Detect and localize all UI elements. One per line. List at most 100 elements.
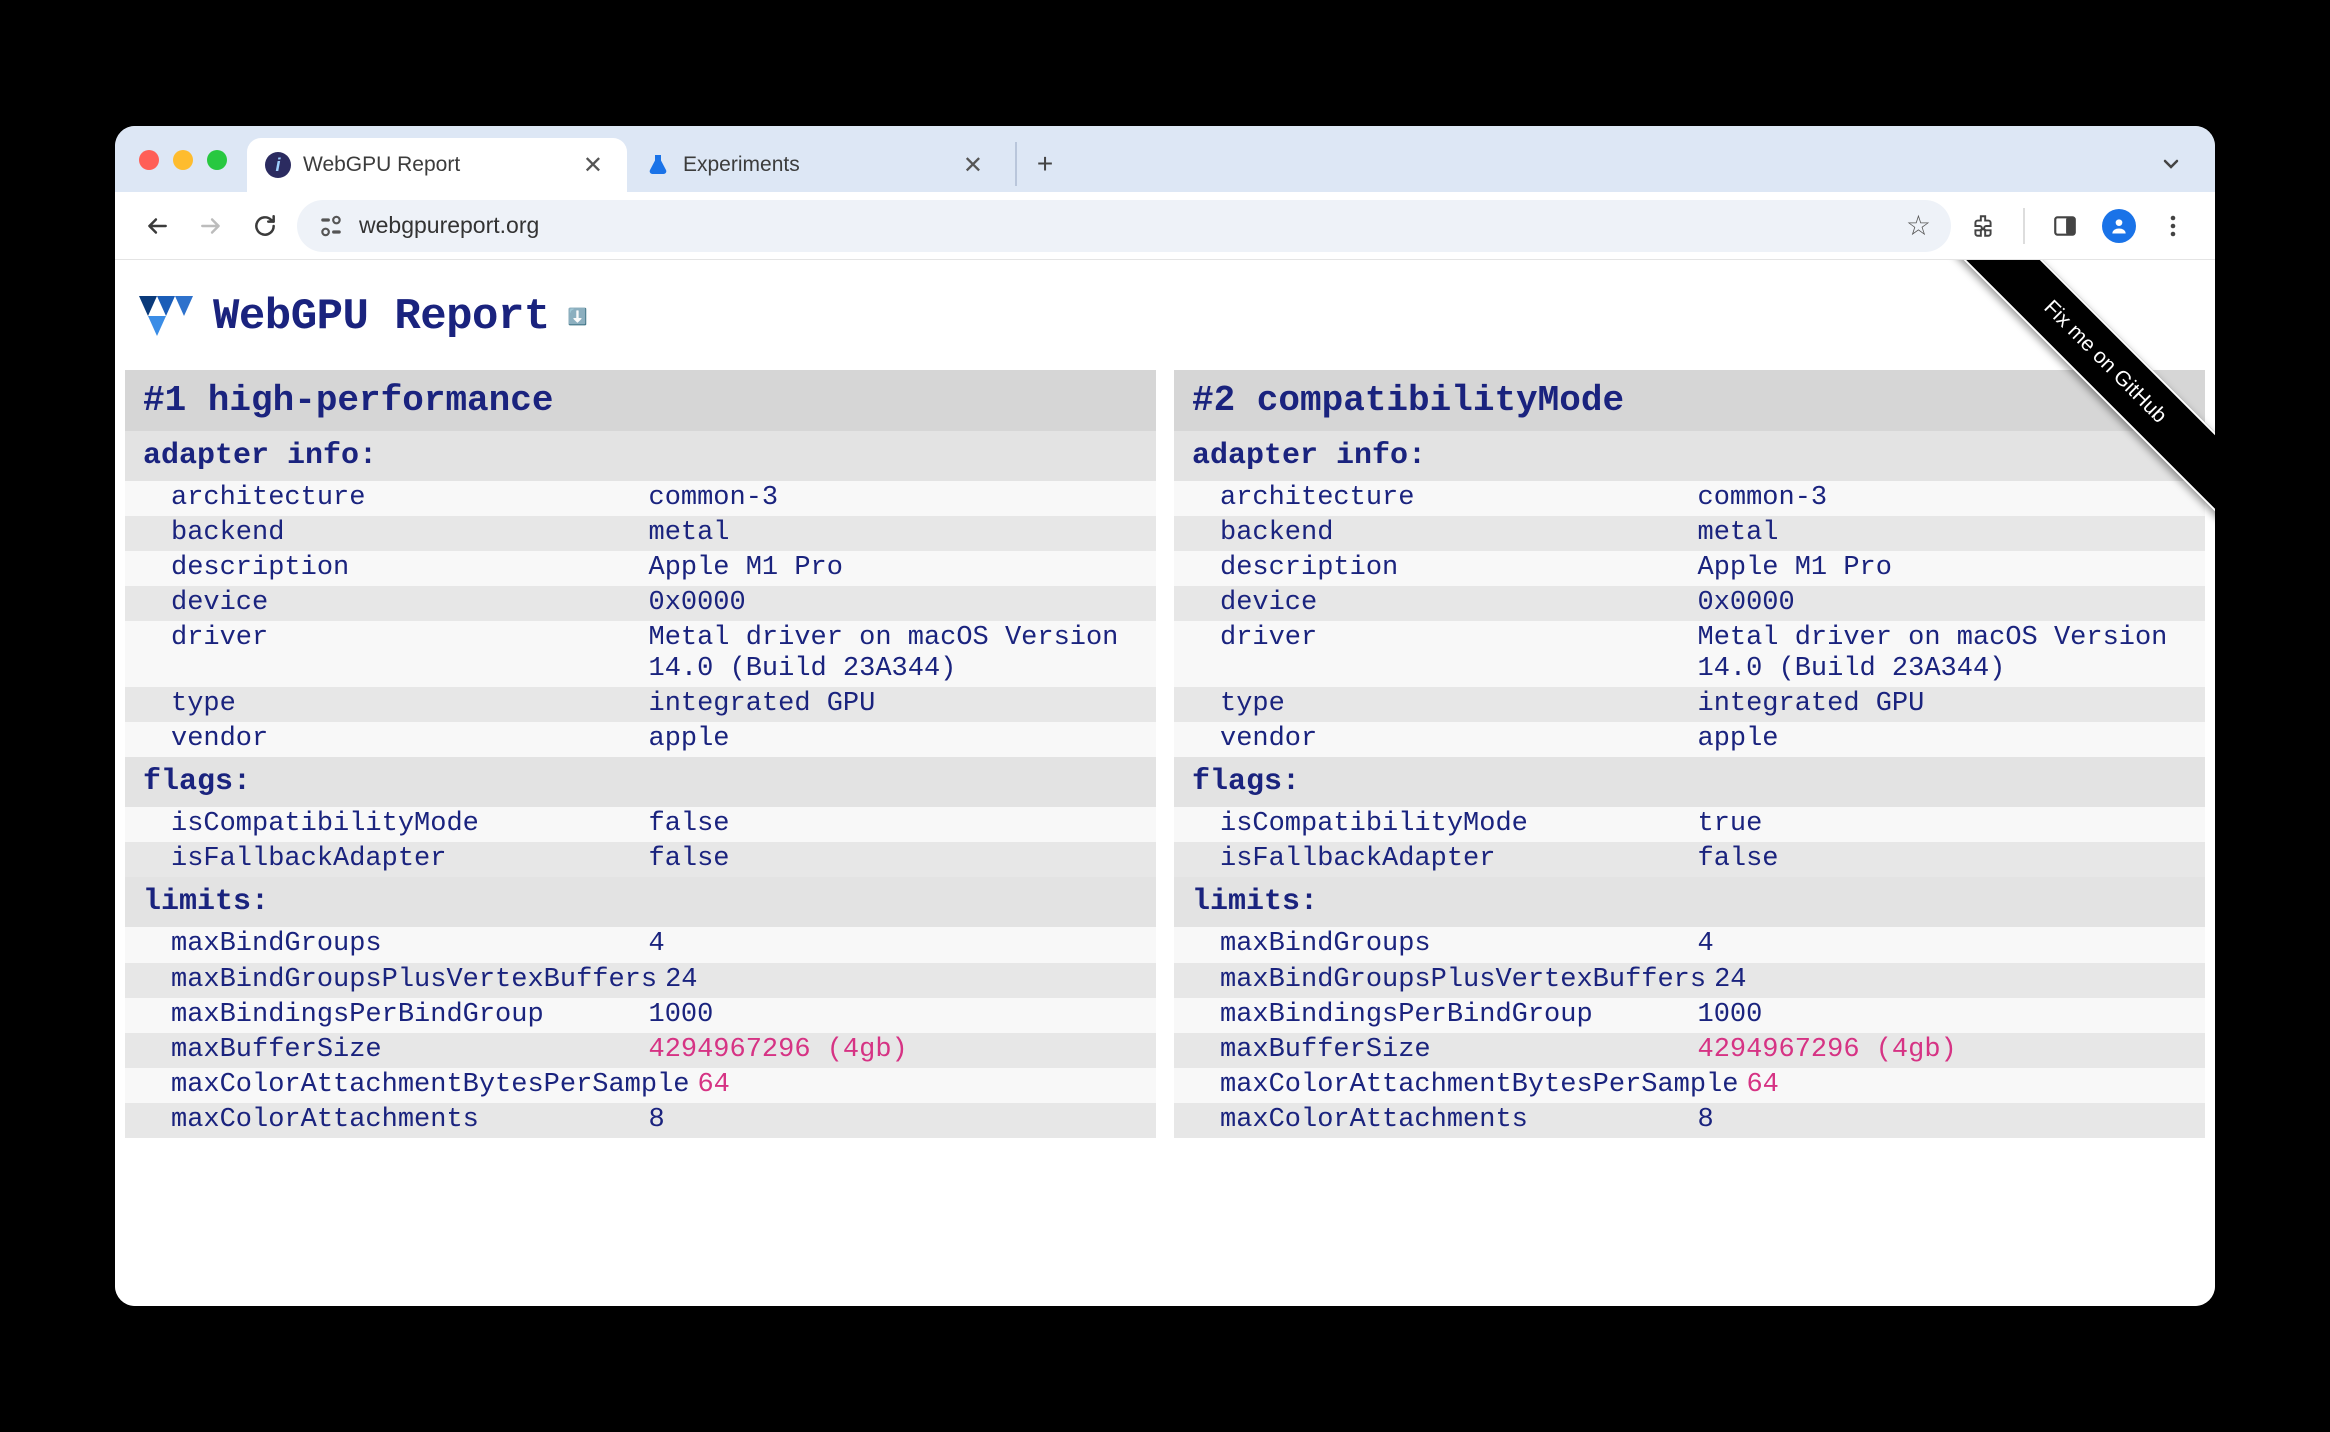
property-key: maxBufferSize bbox=[125, 1033, 641, 1068]
forward-button[interactable] bbox=[189, 204, 233, 248]
property-row: maxColorAttachmentBytesPerSample64 bbox=[125, 1068, 1156, 1103]
property-value: metal bbox=[1690, 516, 2206, 551]
property-row: maxColorAttachmentBytesPerSample64 bbox=[1174, 1068, 2205, 1103]
property-key: isFallbackAdapter bbox=[1174, 842, 1690, 877]
property-value: 24 bbox=[1706, 963, 2205, 998]
property-value: false bbox=[641, 842, 1157, 877]
window-maximize-button[interactable] bbox=[207, 150, 227, 170]
favicon-icon bbox=[645, 152, 671, 178]
tab-close-button[interactable]: ✕ bbox=[577, 151, 609, 180]
property-value: common-3 bbox=[641, 481, 1157, 516]
property-key: isFallbackAdapter bbox=[125, 842, 641, 877]
property-key: architecture bbox=[1174, 481, 1690, 516]
tab-overflow-button[interactable] bbox=[2151, 144, 2191, 184]
tab-close-button[interactable]: ✕ bbox=[957, 151, 989, 180]
property-key: maxColorAttachmentBytesPerSample bbox=[125, 1068, 689, 1103]
property-row: architecturecommon-3 bbox=[125, 481, 1156, 516]
tab-strip: i WebGPU Report ✕ Experiments ✕ + bbox=[115, 126, 2215, 192]
property-value: 8 bbox=[1690, 1103, 2206, 1138]
menu-button[interactable] bbox=[2151, 204, 2195, 248]
window-controls bbox=[139, 150, 247, 192]
section-header: adapter info: bbox=[1174, 431, 2205, 481]
property-value: integrated GPU bbox=[1690, 687, 2206, 722]
property-value: 4294967296 (4gb) bbox=[1690, 1033, 2206, 1068]
url-text: webgpureport.org bbox=[359, 212, 539, 239]
property-value: Metal driver on macOS Version 14.0 (Buil… bbox=[641, 621, 1157, 687]
property-value: 64 bbox=[689, 1068, 1156, 1103]
extensions-button[interactable] bbox=[1961, 204, 2005, 248]
property-row: maxBindGroups4 bbox=[125, 927, 1156, 962]
property-key: device bbox=[125, 586, 641, 621]
property-key: backend bbox=[1174, 516, 1690, 551]
section-header: limits: bbox=[125, 877, 1156, 927]
browser-toolbar: webgpureport.org ☆ bbox=[115, 192, 2215, 260]
property-key: maxColorAttachments bbox=[1174, 1103, 1690, 1138]
property-row: isFallbackAdapterfalse bbox=[125, 842, 1156, 877]
property-row: architecturecommon-3 bbox=[1174, 481, 2205, 516]
property-key: driver bbox=[1174, 621, 1690, 687]
property-key: maxColorAttachmentBytesPerSample bbox=[1174, 1068, 1738, 1103]
property-key: maxBufferSize bbox=[1174, 1033, 1690, 1068]
property-key: type bbox=[1174, 687, 1690, 722]
property-value: 1000 bbox=[641, 998, 1157, 1033]
side-panel-button[interactable] bbox=[2043, 204, 2087, 248]
property-row: isCompatibilityModefalse bbox=[125, 807, 1156, 842]
property-key: architecture bbox=[125, 481, 641, 516]
window-close-button[interactable] bbox=[139, 150, 159, 170]
tab-label: Experiments bbox=[683, 153, 800, 177]
favicon-icon: i bbox=[265, 152, 291, 178]
profile-button[interactable] bbox=[2097, 204, 2141, 248]
reload-button[interactable] bbox=[243, 204, 287, 248]
property-key: description bbox=[1174, 551, 1690, 586]
property-key: type bbox=[125, 687, 641, 722]
browser-window: i WebGPU Report ✕ Experiments ✕ + bbox=[115, 126, 2215, 1306]
property-key: isCompatibilityMode bbox=[125, 807, 641, 842]
property-value: common-3 bbox=[1690, 481, 2206, 516]
property-key: vendor bbox=[1174, 722, 1690, 757]
property-key: maxBindGroups bbox=[125, 927, 641, 962]
property-row: maxBufferSize4294967296 (4gb) bbox=[1174, 1033, 2205, 1068]
bookmark-star-icon[interactable]: ☆ bbox=[1906, 209, 1931, 242]
property-key: maxBindingsPerBindGroup bbox=[125, 998, 641, 1033]
property-key: maxBindGroups bbox=[1174, 927, 1690, 962]
property-value: 1000 bbox=[1690, 998, 2206, 1033]
property-key: driver bbox=[125, 621, 641, 687]
property-row: descriptionApple M1 Pro bbox=[1174, 551, 2205, 586]
section-header: adapter info: bbox=[125, 431, 1156, 481]
property-row: isFallbackAdapterfalse bbox=[1174, 842, 2205, 877]
property-key: maxBindingsPerBindGroup bbox=[1174, 998, 1690, 1033]
property-row: maxBufferSize4294967296 (4gb) bbox=[125, 1033, 1156, 1068]
new-tab-button[interactable]: + bbox=[1015, 142, 1059, 186]
property-key: vendor bbox=[125, 722, 641, 757]
property-row: maxBindGroupsPlusVertexBuffers24 bbox=[125, 963, 1156, 998]
section-header: flags: bbox=[125, 757, 1156, 807]
property-row: device0x0000 bbox=[125, 586, 1156, 621]
profile-avatar-icon bbox=[2102, 209, 2136, 243]
back-button[interactable] bbox=[135, 204, 179, 248]
property-key: maxBindGroupsPlusVertexBuffers bbox=[125, 963, 657, 998]
tab-experiments[interactable]: Experiments ✕ bbox=[627, 138, 1007, 192]
address-bar[interactable]: webgpureport.org ☆ bbox=[297, 200, 1951, 252]
tab-webgpu-report[interactable]: i WebGPU Report ✕ bbox=[247, 138, 627, 192]
property-value: 0x0000 bbox=[641, 586, 1157, 621]
property-row: typeintegrated GPU bbox=[1174, 687, 2205, 722]
property-row: isCompatibilityModetrue bbox=[1174, 807, 2205, 842]
adapter-panel: #2 compatibilityModeadapter info:archite… bbox=[1174, 370, 2205, 1138]
property-value: 24 bbox=[657, 963, 1156, 998]
page-content: Fix me on GitHub WebGPU Report ⬇️ #1 hig… bbox=[115, 260, 2215, 1306]
property-row: maxBindingsPerBindGroup1000 bbox=[1174, 998, 2205, 1033]
page-title: WebGPU Report bbox=[213, 292, 550, 342]
property-row: driverMetal driver on macOS Version 14.0… bbox=[1174, 621, 2205, 687]
property-key: maxColorAttachments bbox=[125, 1103, 641, 1138]
property-row: driverMetal driver on macOS Version 14.0… bbox=[125, 621, 1156, 687]
property-value: Apple M1 Pro bbox=[641, 551, 1157, 586]
webgpu-logo-icon bbox=[139, 296, 195, 338]
property-value: Apple M1 Pro bbox=[1690, 551, 2206, 586]
property-row: vendorapple bbox=[1174, 722, 2205, 757]
property-value: true bbox=[1690, 807, 2206, 842]
page-header: WebGPU Report ⬇️ bbox=[115, 260, 2215, 370]
panel-title: #1 high-performance bbox=[125, 370, 1156, 431]
property-value: 4294967296 (4gb) bbox=[641, 1033, 1157, 1068]
site-settings-icon[interactable] bbox=[317, 212, 345, 240]
window-minimize-button[interactable] bbox=[173, 150, 193, 170]
